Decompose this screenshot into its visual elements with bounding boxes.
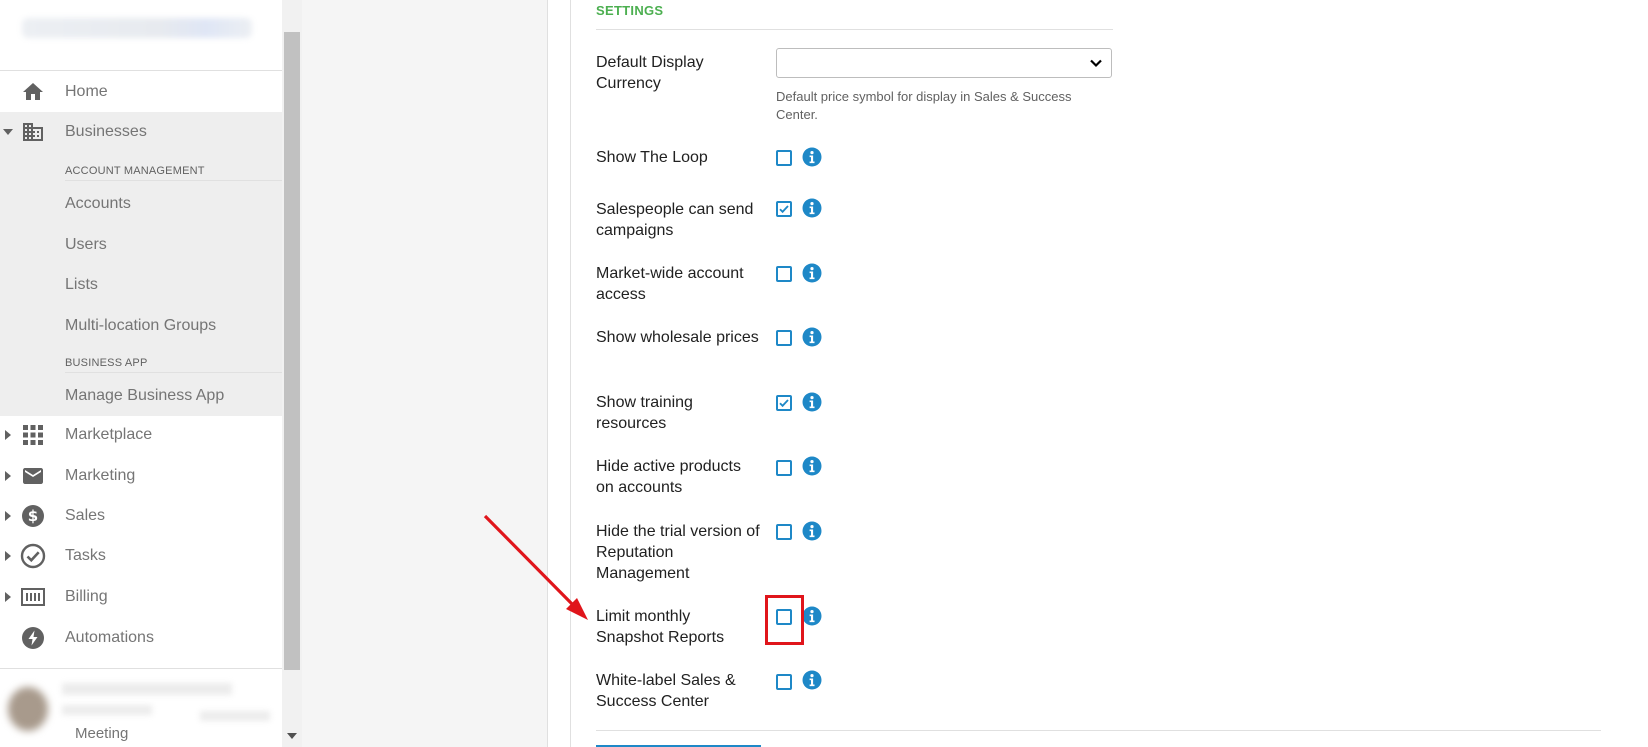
divider (596, 730, 1601, 731)
setting-label-hide-trial-reputation: Hide the trial version of Reputation Man… (596, 523, 760, 582)
checkbox-hide-active-products[interactable] (776, 460, 792, 476)
caret-right-icon (3, 592, 13, 602)
account-management-header: ACCOUNT MANAGEMENT (65, 165, 282, 181)
scroll-down-arrow-icon[interactable] (287, 733, 297, 739)
envelope-icon (20, 463, 46, 489)
setting-label-show-the-loop: Show The Loop (596, 149, 708, 166)
checkbox-show-the-loop[interactable] (776, 150, 792, 166)
info-icon[interactable] (802, 670, 822, 690)
user-partial-text: Meeting (75, 725, 129, 742)
sidebar-subitem-accounts[interactable]: Accounts (65, 195, 131, 213)
currency-hint: Default price symbol for display in Sale… (776, 89, 1072, 122)
sidebar-item-billing[interactable]: Billing (0, 577, 282, 617)
check-circle-icon (20, 543, 46, 569)
checkbox-market-wide-access[interactable] (776, 266, 792, 282)
info-icon[interactable] (802, 606, 822, 626)
dollar-circle-icon: $ (20, 503, 46, 529)
bolt-icon (20, 625, 46, 651)
user-name (62, 683, 232, 695)
sidebar-item-marketing[interactable]: Marketing (0, 456, 282, 496)
sidebar: Home Businesses ACCOUNT MANAGEMENT Accou… (0, 0, 283, 747)
sidebar-item-label: Billing (65, 588, 108, 605)
sidebar-item-home[interactable]: Home (0, 72, 282, 112)
svg-text:$: $ (28, 507, 38, 525)
setting-label-market-wide-access: Market-wide account access (596, 265, 744, 303)
sidebar-item-label: Automations (65, 629, 154, 646)
sidebar-item-businesses[interactable]: Businesses (0, 112, 282, 152)
sidebar-item-label: Tasks (65, 547, 106, 564)
info-icon[interactable] (802, 263, 822, 283)
caret-right-icon (3, 471, 13, 481)
highlight-box (765, 595, 804, 645)
sidebar-item-label: Home (65, 83, 108, 100)
sidebar-item-tasks[interactable]: Tasks (0, 536, 282, 576)
sidebar-scrollbar[interactable] (282, 0, 302, 747)
user-profile[interactable]: Meeting (0, 668, 282, 747)
grid-icon (20, 422, 46, 448)
sidebar-item-label: Sales (65, 507, 106, 524)
setting-label-wholesale-prices: Show wholesale prices (596, 329, 759, 346)
checkbox-hide-trial-reputation[interactable] (776, 524, 792, 540)
sidebar-subitem-manage-business-app[interactable]: Manage Business App (65, 387, 224, 405)
avatar (8, 687, 48, 731)
currency-label: Default Display Currency (596, 54, 704, 92)
sidebar-item-label: Businesses (65, 123, 147, 140)
sidebar-item-sales[interactable]: $ Sales (0, 496, 282, 536)
building-icon (20, 119, 46, 145)
checkmark-icon (779, 205, 789, 214)
info-icon[interactable] (802, 456, 822, 476)
content-gutter (302, 0, 547, 747)
sidebar-item-automations[interactable]: Automations (0, 618, 282, 658)
logo-area (0, 0, 282, 71)
divider (596, 29, 1113, 30)
home-icon (20, 79, 46, 105)
setting-label-training-resources: Show training resources (596, 394, 693, 432)
checkbox-wholesale-prices[interactable] (776, 330, 792, 346)
currency-select[interactable] (776, 48, 1112, 78)
setting-label-limit-snapshot-reports: Limit monthly Snapshot Reports (596, 608, 725, 646)
info-icon[interactable] (802, 327, 822, 347)
logo[interactable] (22, 18, 252, 38)
sidebar-item-marketplace[interactable]: Marketplace (0, 415, 282, 455)
caret-right-icon (3, 511, 13, 521)
user-detail (62, 705, 152, 715)
caret-right-icon (3, 430, 13, 440)
sidebar-subitem-lists[interactable]: Lists (65, 276, 98, 294)
chevron-down-icon (1090, 59, 1102, 68)
scrollbar-thumb[interactable] (284, 32, 300, 670)
info-icon[interactable] (802, 521, 822, 541)
checkbox-training-resources[interactable] (776, 395, 792, 411)
checkmark-icon (779, 399, 789, 408)
setting-label-salespeople-campaigns: Salespeople can send campaigns (596, 201, 754, 239)
checkbox-salespeople-campaigns[interactable] (776, 201, 792, 217)
sidebar-item-label: Marketing (65, 467, 136, 484)
sidebar-item-label: Marketplace (65, 426, 153, 443)
setting-label-hide-active-products: Hide active products on accounts (596, 458, 741, 496)
billing-icon (20, 584, 46, 610)
sidebar-subitem-multi-location-groups[interactable]: Multi-location Groups (65, 317, 216, 335)
caret-down-icon (3, 127, 13, 137)
divider (547, 0, 548, 747)
user-detail (200, 711, 270, 721)
setting-label-white-label: White-label Sales & Success Center (596, 672, 736, 710)
sidebar-subitem-users[interactable]: Users (65, 236, 107, 254)
info-icon[interactable] (802, 198, 822, 218)
checkbox-white-label[interactable] (776, 674, 792, 690)
caret-right-icon (3, 551, 13, 561)
section-title: SETTINGS (596, 3, 664, 18)
info-icon[interactable] (802, 147, 822, 167)
business-app-header: BUSINESS APP (65, 357, 282, 373)
info-icon[interactable] (802, 392, 822, 412)
